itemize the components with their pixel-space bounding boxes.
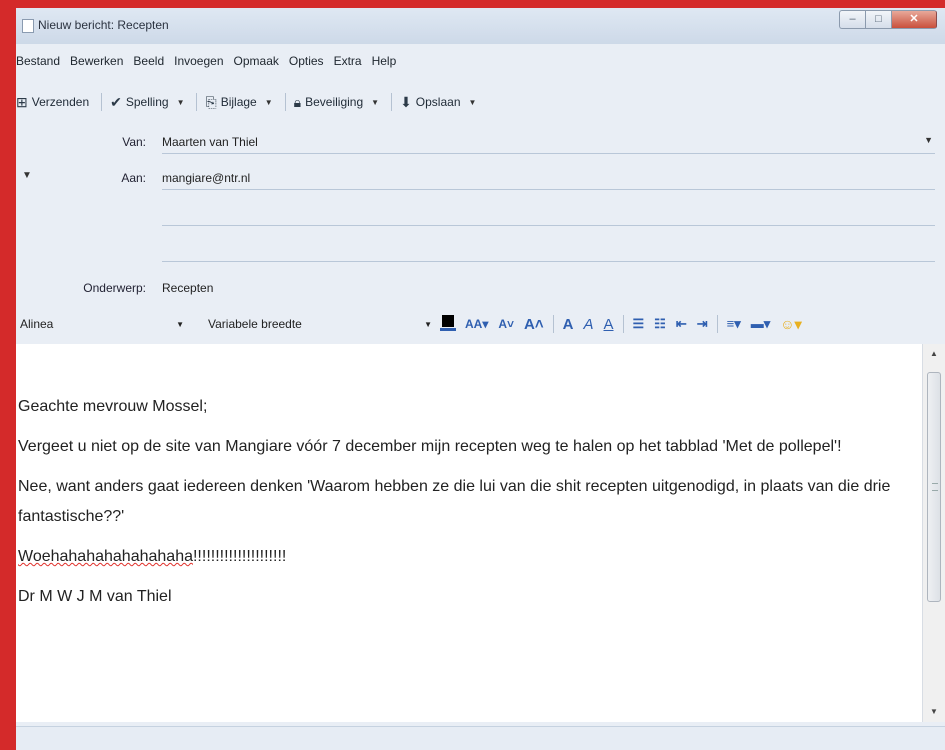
to-row: ▼ Aan: mangiare@ntr.nl: [16, 166, 945, 190]
to-field[interactable]: mangiare@ntr.nl: [162, 171, 250, 185]
chevron-down-icon[interactable]: ▼: [177, 98, 185, 107]
menu-bewerken[interactable]: Bewerken: [70, 54, 123, 76]
toolbar-separator: [196, 93, 198, 111]
divider: [162, 153, 935, 154]
chevron-down-icon[interactable]: ▼: [371, 98, 379, 107]
smiley-icon[interactable]: ☺▾: [780, 316, 801, 333]
lock-icon: 🔒︎: [293, 93, 302, 110]
recipient-row-empty[interactable]: [16, 238, 945, 262]
underline-icon[interactable]: A: [604, 316, 614, 333]
paragraph-style-select[interactable]: Alinea ▼: [16, 313, 192, 335]
chevron-down-icon: ▼: [176, 319, 184, 329]
numbered-list-icon[interactable]: ☷: [654, 316, 666, 332]
menu-opmaak[interactable]: Opmaak: [234, 54, 279, 76]
scroll-thumb[interactable]: [927, 372, 941, 602]
from-label: Van:: [122, 135, 146, 149]
divider: [162, 189, 935, 190]
font-smaller-icon[interactable]: A˅: [498, 317, 514, 331]
bullet-list-icon[interactable]: ☰: [633, 316, 645, 332]
save-label: Opslaan: [415, 95, 461, 109]
send-icon: ⊞: [16, 93, 28, 110]
spelling-button[interactable]: ✔ Spelling ▼: [110, 94, 184, 111]
chevron-down-icon: ▼: [424, 319, 432, 329]
toolbar: ⊞ Verzenden ✔ Spelling ▼ ⎘ Bijlage ▼ 🔒︎ …: [16, 88, 945, 116]
laugh-paragraph: Woehahahahahahahaha!!!!!!!!!!!!!!!!!!!!!: [18, 542, 918, 572]
outdent-icon[interactable]: ⇤: [676, 316, 687, 332]
menu-bestand[interactable]: Bestand: [16, 54, 60, 76]
indent-icon[interactable]: ⇥: [697, 316, 708, 332]
misspelled-word[interactable]: Woehahahahahahahaha: [18, 548, 193, 565]
scroll-up-arrow-icon[interactable]: ▲: [923, 346, 945, 362]
text-color-button[interactable]: [440, 315, 456, 331]
chevron-down-icon[interactable]: ▼: [469, 98, 477, 107]
title-bar: Nieuw bericht: Recepten – □ ✕: [16, 8, 945, 44]
color-underline: [440, 328, 456, 331]
toolbar-separator: [716, 315, 718, 333]
menu-bar: Bestand Bewerken Beeld Invoegen Opmaak O…: [16, 54, 945, 76]
menu-extra[interactable]: Extra: [334, 54, 362, 76]
close-button[interactable]: ✕: [891, 10, 937, 29]
vertical-scrollbar[interactable]: ▲ ▼: [922, 344, 945, 722]
grip-icon: [932, 483, 938, 491]
body-paragraph-1: Vergeet u niet op de site van Mangiare v…: [18, 438, 842, 455]
minimize-button[interactable]: –: [839, 10, 865, 29]
signature: Dr M W J M van Thiel: [18, 588, 172, 605]
checkmark-icon: ✔: [110, 93, 122, 110]
message-body[interactable]: Geachte mevrouw Mossel; Vergeet u niet o…: [16, 344, 922, 722]
toolbar-separator: [622, 315, 624, 333]
toolbar-separator: [552, 315, 554, 333]
greeting-paragraph: Geachte mevrouw Mossel;: [18, 398, 208, 415]
bold-icon[interactable]: A: [563, 316, 574, 333]
menu-opties[interactable]: Opties: [289, 54, 324, 76]
scroll-down-arrow-icon[interactable]: ▼: [923, 704, 945, 720]
align-icon[interactable]: ≡▾: [727, 316, 741, 332]
toolbar-separator: [101, 93, 103, 111]
body-paragraph-2: Nee, want anders gaat iedereen denken 'W…: [18, 478, 891, 525]
paperclip-icon: ⎘: [205, 93, 217, 110]
security-label: Beveiliging: [305, 95, 364, 109]
send-button[interactable]: ⊞ Verzenden: [16, 94, 89, 111]
font-larger-icon[interactable]: A˄: [524, 316, 544, 333]
italic-icon[interactable]: A: [583, 316, 593, 333]
security-button[interactable]: 🔒︎ Beveiliging ▼: [294, 94, 379, 111]
chevron-down-icon[interactable]: ▼: [265, 98, 273, 107]
menu-invoegen[interactable]: Invoegen: [174, 54, 223, 76]
download-icon: ⬇: [400, 93, 412, 110]
attachment-label: Bijlage: [220, 95, 257, 109]
subject-label: Onderwerp:: [83, 281, 146, 295]
document-icon: [22, 19, 34, 33]
toolbar-separator: [284, 93, 286, 111]
font-value: Variabele breedte: [208, 317, 302, 331]
menu-help[interactable]: Help: [372, 54, 397, 76]
format-toolbar: Alinea ▼ Variabele breedte ▼ AA▾ A˅ A˄ A…: [16, 308, 945, 340]
to-label: Aan:: [121, 171, 146, 185]
from-select[interactable]: Maarten van Thiel: [162, 135, 258, 149]
exclamation-text: !!!!!!!!!!!!!!!!!!!!!: [192, 548, 287, 565]
window-title: Nieuw bericht: Recepten: [38, 18, 169, 32]
compose-window: Nieuw bericht: Recepten – □ ✕ Bestand Be…: [16, 8, 945, 750]
paragraph-style-value: Alinea: [20, 317, 54, 331]
toolbar-separator: [391, 93, 393, 111]
chevron-down-icon[interactable]: ▼: [924, 135, 933, 145]
font-select[interactable]: Variabele breedte ▼: [200, 313, 436, 335]
menu-beeld[interactable]: Beeld: [133, 54, 164, 76]
maximize-button[interactable]: □: [865, 10, 891, 29]
subject-row: Onderwerp: Recepten: [16, 276, 945, 300]
spelling-label: Spelling: [125, 95, 169, 109]
window-controls: – □ ✕: [839, 10, 937, 29]
recipient-row-empty[interactable]: [16, 202, 945, 226]
send-label: Verzenden: [31, 95, 90, 109]
divider: [162, 261, 935, 262]
font-size-icon[interactable]: AA▾: [465, 317, 488, 331]
attachment-button[interactable]: ⎘ Bijlage ▼: [205, 94, 272, 111]
divider: [162, 225, 935, 226]
subject-field[interactable]: Recepten: [162, 281, 213, 295]
from-row: Van: Maarten van Thiel ▼: [16, 130, 945, 154]
status-bar: [16, 726, 945, 750]
save-button[interactable]: ⬇ Opslaan ▼: [400, 94, 476, 111]
insert-icon[interactable]: ▬▾: [751, 316, 771, 332]
header-fields: Van: Maarten van Thiel ▼ ▼ Aan: mangiare…: [16, 124, 945, 310]
